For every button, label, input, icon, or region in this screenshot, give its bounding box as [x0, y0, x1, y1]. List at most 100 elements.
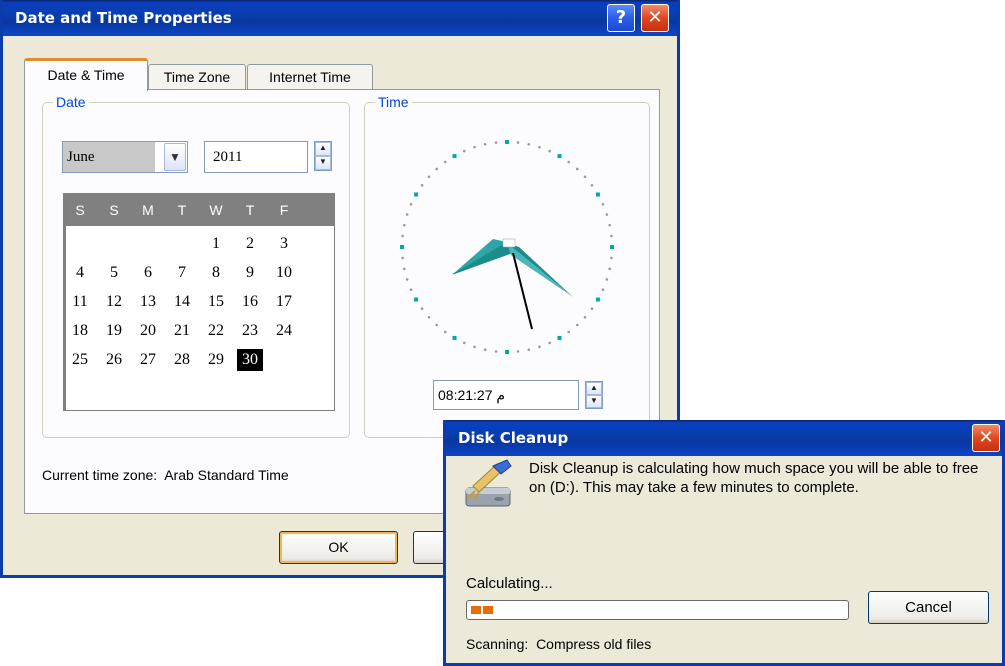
- calendar-day[interactable]: 10: [271, 262, 297, 284]
- minute-mark: [473, 345, 476, 349]
- time-group-title: Time: [375, 93, 412, 111]
- weekday-label: M: [142, 202, 154, 218]
- time-zone-value: Arab Standard Time: [164, 467, 289, 483]
- minute-mark: [590, 307, 594, 311]
- calendar-day[interactable]: 17: [271, 291, 297, 313]
- minute-mark: [590, 183, 594, 187]
- minute-mark: [427, 315, 431, 319]
- time-zone-label: Current time zone:: [42, 467, 158, 483]
- month-select[interactable]: June ▼: [62, 141, 188, 173]
- minute-mark: [483, 142, 487, 146]
- ok-button[interactable]: OK: [279, 531, 398, 564]
- time-spinner[interactable]: ▲ ▼: [585, 381, 603, 409]
- minute-mark: [420, 183, 424, 187]
- minute-mark: [402, 223, 406, 227]
- tab-time-zone[interactable]: Time Zone: [148, 64, 246, 90]
- progress-chunk: [471, 606, 481, 614]
- minute-mark: [443, 160, 447, 164]
- close-icon: ✕: [978, 427, 994, 448]
- calendar-day[interactable]: 16: [237, 291, 263, 313]
- scanning-value: Compress old files: [536, 636, 652, 652]
- calendar-day[interactable]: 18: [67, 320, 93, 342]
- minute-mark: [462, 149, 466, 153]
- tab-internet-time[interactable]: Internet Time: [247, 64, 373, 90]
- weekday-label: T: [245, 202, 255, 218]
- hour-mark: [557, 154, 562, 159]
- calendar-day[interactable]: 26: [101, 349, 127, 371]
- weekday-label: T: [177, 202, 187, 218]
- month-value: June: [63, 142, 155, 172]
- minute-mark: [401, 256, 404, 260]
- minute-mark: [538, 145, 541, 149]
- minute-mark: [601, 288, 605, 292]
- date-group-title: Date: [53, 93, 89, 111]
- calendar-day[interactable]: 21: [169, 320, 195, 342]
- hour-mark: [414, 192, 419, 197]
- calendar-day[interactable]: 9: [237, 262, 263, 284]
- calendar-day[interactable]: 29: [203, 349, 229, 371]
- minute-mark: [483, 348, 487, 352]
- calendar-day[interactable]: 14: [169, 291, 195, 313]
- month-calendar[interactable]: SSMTWTF 1 2 3 4 5 6 7 8 9 10 11 12 13 14 15 16 17 18 19 20 2…: [63, 193, 335, 411]
- scanning-label: Scanning:: [466, 636, 529, 652]
- minute-mark: [409, 202, 413, 206]
- minute-mark: [494, 350, 498, 353]
- minute-mark: [610, 234, 613, 238]
- calendar-day[interactable]: 15: [203, 291, 229, 313]
- calendar-day[interactable]: 8: [203, 262, 229, 284]
- close-button[interactable]: ✕: [641, 4, 669, 32]
- spin-up-icon[interactable]: ▲: [315, 142, 331, 156]
- calendar-day[interactable]: 3: [271, 233, 297, 255]
- status-text: Calculating...: [466, 575, 553, 592]
- minute-mark: [583, 315, 587, 319]
- minute-mark: [435, 323, 439, 327]
- calendar-day[interactable]: 24: [271, 320, 297, 342]
- minute-mark: [401, 234, 404, 238]
- minute-mark: [494, 141, 498, 144]
- spin-down-icon[interactable]: ▼: [315, 156, 331, 170]
- calendar-day[interactable]: 19: [101, 320, 127, 342]
- close-button[interactable]: ✕: [972, 424, 1000, 452]
- minute-mark: [567, 330, 571, 334]
- calendar-day[interactable]: 27: [135, 349, 161, 371]
- calendar-day[interactable]: 2: [237, 233, 263, 255]
- hour-mark: [557, 335, 562, 340]
- calendar-day[interactable]: 13: [135, 291, 161, 313]
- calendar-day[interactable]: 5: [101, 262, 127, 284]
- minute-mark: [409, 288, 413, 292]
- calendar-day[interactable]: 7: [169, 262, 195, 284]
- chevron-down-icon[interactable]: ▼: [164, 143, 186, 171]
- calendar-day[interactable]: 1: [203, 233, 229, 255]
- analog-clock: [400, 140, 614, 354]
- year-spinner[interactable]: ▲ ▼: [314, 141, 332, 171]
- calendar-day[interactable]: 20: [135, 320, 161, 342]
- tab-date-time[interactable]: Date & Time: [24, 58, 148, 91]
- minute-mark: [516, 350, 520, 353]
- calendar-day[interactable]: 22: [203, 320, 229, 342]
- time-field[interactable]: 08:21:27 م: [433, 380, 579, 410]
- calendar-day[interactable]: 11: [67, 291, 93, 313]
- window-title: Date and Time Properties: [15, 9, 232, 27]
- calendar-day[interactable]: 28: [169, 349, 195, 371]
- cancel-button[interactable]: Cancel: [868, 591, 989, 624]
- spin-down-icon[interactable]: ▼: [586, 395, 602, 408]
- help-button[interactable]: ?: [607, 4, 635, 32]
- calendar-day-selected[interactable]: 30: [237, 349, 263, 371]
- minute-mark: [420, 307, 424, 311]
- date-time-titlebar[interactable]: Date and Time Properties ? ✕: [3, 0, 677, 36]
- minute-mark: [605, 213, 609, 216]
- hour-mark: [595, 192, 600, 197]
- weekday-label: S: [75, 202, 85, 218]
- calendar-day[interactable]: 25: [67, 349, 93, 371]
- minute-mark: [575, 167, 579, 171]
- calendar-day[interactable]: 4: [67, 262, 93, 284]
- calendar-day[interactable]: 6: [135, 262, 161, 284]
- year-field[interactable]: 2011: [204, 141, 308, 173]
- minute-mark: [435, 167, 439, 171]
- calendar-day[interactable]: 23: [237, 320, 263, 342]
- calendar-day[interactable]: 12: [101, 291, 127, 313]
- minute-mark: [575, 323, 579, 327]
- disk-cleanup-titlebar[interactable]: Disk Cleanup ✕: [446, 420, 1002, 456]
- spin-up-icon[interactable]: ▲: [586, 382, 602, 395]
- minute-mark: [605, 278, 609, 281]
